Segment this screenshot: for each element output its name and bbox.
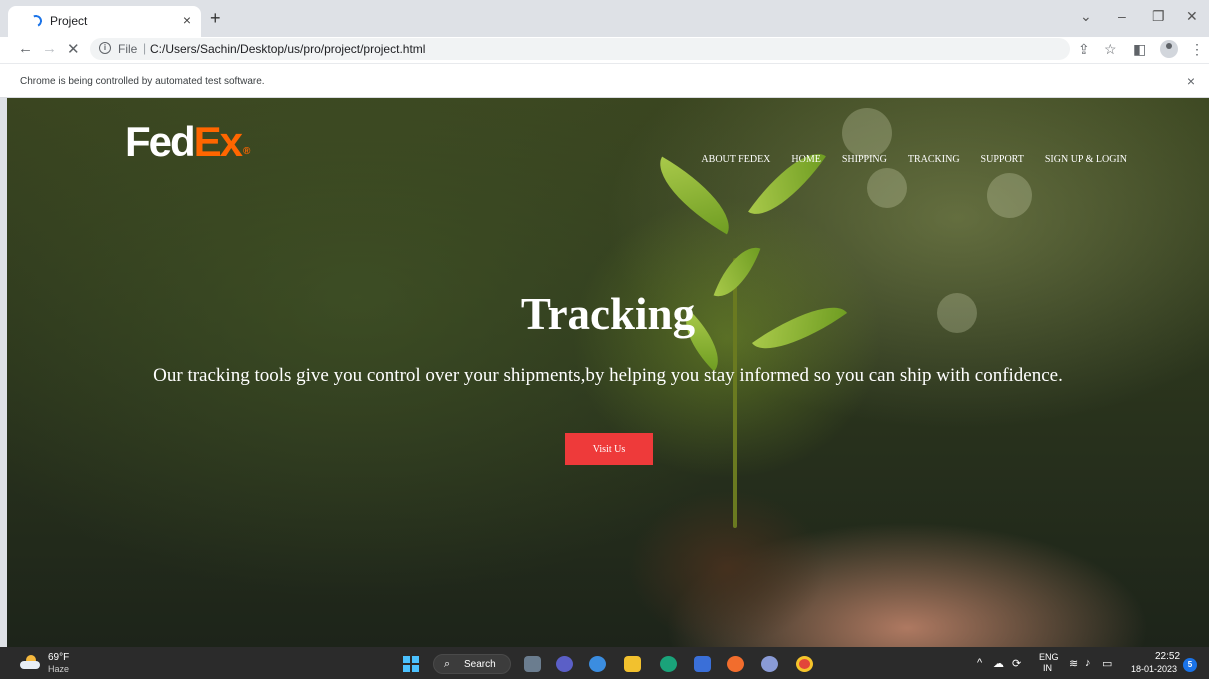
url-separator: |	[143, 41, 147, 55]
plant-leaf	[748, 137, 826, 231]
tab-search-icon[interactable]: ⌄	[1080, 8, 1092, 25]
nav-about-fedex[interactable]: ABOUT FEDEX	[701, 154, 770, 165]
share-icon[interactable]: ⇪	[1078, 41, 1090, 58]
minimize-button[interactable]: –	[1118, 8, 1126, 24]
hero-subtitle: Our tracking tools give you control over…	[153, 365, 1063, 386]
browser-tab-strip: Project × + ⌄ – ❐ ✕	[0, 0, 1209, 37]
nav-shipping[interactable]: SHIPPING	[842, 154, 887, 165]
tab-close-button[interactable]: ×	[183, 12, 191, 28]
menu-kebab-icon[interactable]: ⋮	[1190, 41, 1204, 58]
hero-title: Tracking	[520, 289, 696, 339]
url-scheme-label: File	[118, 42, 138, 56]
profile-avatar-icon[interactable]	[1160, 40, 1178, 58]
task-view-icon[interactable]	[524, 656, 541, 672]
nav-sign-up-login[interactable]: SIGN UP & LOGIN	[1045, 154, 1127, 165]
clock-date[interactable]: 18-01-2023	[1131, 664, 1177, 674]
new-tab-button[interactable]: +	[210, 9, 221, 27]
sync-icon[interactable]: ⟳	[1012, 657, 1021, 670]
search-label: Search	[464, 659, 496, 670]
logo-ex: Ex	[193, 118, 243, 165]
loading-spinner-icon	[28, 13, 44, 29]
nav-support[interactable]: SUPPORT	[981, 154, 1024, 165]
show-hidden-icons-chevron-icon[interactable]: ^	[977, 657, 982, 669]
taskbar-search-box[interactable]: ⌕ Search	[433, 654, 511, 674]
bookmark-star-icon[interactable]: ☆	[1104, 41, 1117, 58]
visit-us-button[interactable]: Visit Us	[565, 433, 653, 465]
windows-start-icon[interactable]	[403, 656, 419, 672]
automation-infobar: Chrome is being controlled by automated …	[0, 63, 1209, 98]
windows-taskbar: 69°F Haze ⌕ Search ^ ☁ ⟳ ENG IN ≋ ♪ ▭ 22…	[0, 647, 1209, 679]
language-indicator[interactable]: ENG	[1039, 652, 1059, 662]
back-arrow-icon[interactable]: ←	[18, 40, 33, 57]
search-icon: ⌕	[444, 658, 451, 670]
clock-time[interactable]: 22:52	[1155, 652, 1180, 662]
weather-temperature[interactable]: 69°F	[48, 653, 69, 663]
browser-tab[interactable]: Project ×	[8, 6, 201, 37]
stop-loading-icon[interactable]: ✕	[67, 40, 80, 58]
wifi-icon[interactable]: ≋	[1069, 657, 1078, 670]
edge-browser-icon[interactable]	[660, 656, 677, 672]
weather-condition[interactable]: Haze	[48, 664, 69, 674]
bokeh-light	[867, 168, 907, 208]
help-app-icon[interactable]	[589, 656, 606, 672]
site-info-icon[interactable]: i	[99, 42, 111, 54]
battery-icon[interactable]: ▭	[1102, 657, 1112, 670]
infobar-message: Chrome is being controlled by automated …	[20, 76, 265, 87]
teams-chat-icon[interactable]	[556, 656, 573, 672]
chrome-icon[interactable]	[796, 656, 813, 672]
plant-leaf	[644, 156, 745, 235]
nav-home[interactable]: HOME	[791, 154, 820, 165]
forward-arrow-icon[interactable]: →	[42, 40, 57, 57]
main-navigation: ABOUT FEDEX HOME SHIPPING TRACKING SUPPO…	[701, 154, 1127, 165]
fedex-logo[interactable]: FedEx ®	[125, 118, 250, 166]
address-bar[interactable]: i File | C:/Users/Sachin/Desktop/us/pro/…	[90, 38, 1070, 60]
microsoft-store-icon[interactable]	[694, 656, 711, 672]
infobar-close-button[interactable]: ×	[1187, 73, 1195, 89]
window-close-button[interactable]: ✕	[1186, 8, 1198, 25]
logo-fed: Fed	[125, 118, 196, 165]
restore-button[interactable]: ❐	[1152, 8, 1165, 25]
onedrive-cloud-icon[interactable]: ☁	[993, 657, 1004, 670]
file-explorer-icon[interactable]	[624, 656, 641, 672]
weather-cloud-sun-icon[interactable]	[20, 655, 42, 669]
bokeh-light	[987, 173, 1032, 218]
hero-section: FedEx ® ABOUT FEDEX HOME SHIPPING TRACKIN…	[7, 98, 1209, 647]
url-text[interactable]: C:/Users/Sachin/Desktop/us/pro/project/p…	[150, 42, 425, 56]
app-icon[interactable]	[761, 656, 778, 672]
nav-tracking[interactable]: TRACKING	[908, 154, 960, 165]
region-indicator[interactable]: IN	[1043, 663, 1052, 673]
volume-icon[interactable]: ♪	[1085, 657, 1091, 669]
browser-toolbar: ← → ✕ i File | C:/Users/Sachin/Desktop/u…	[0, 37, 1209, 63]
logo-registered-mark: ®	[243, 146, 251, 157]
side-panel-icon[interactable]: ◧	[1133, 41, 1146, 58]
bokeh-light	[842, 108, 892, 158]
firefox-icon[interactable]	[727, 656, 744, 672]
tab-title: Project	[50, 14, 88, 28]
notification-badge[interactable]: 5	[1183, 658, 1197, 672]
